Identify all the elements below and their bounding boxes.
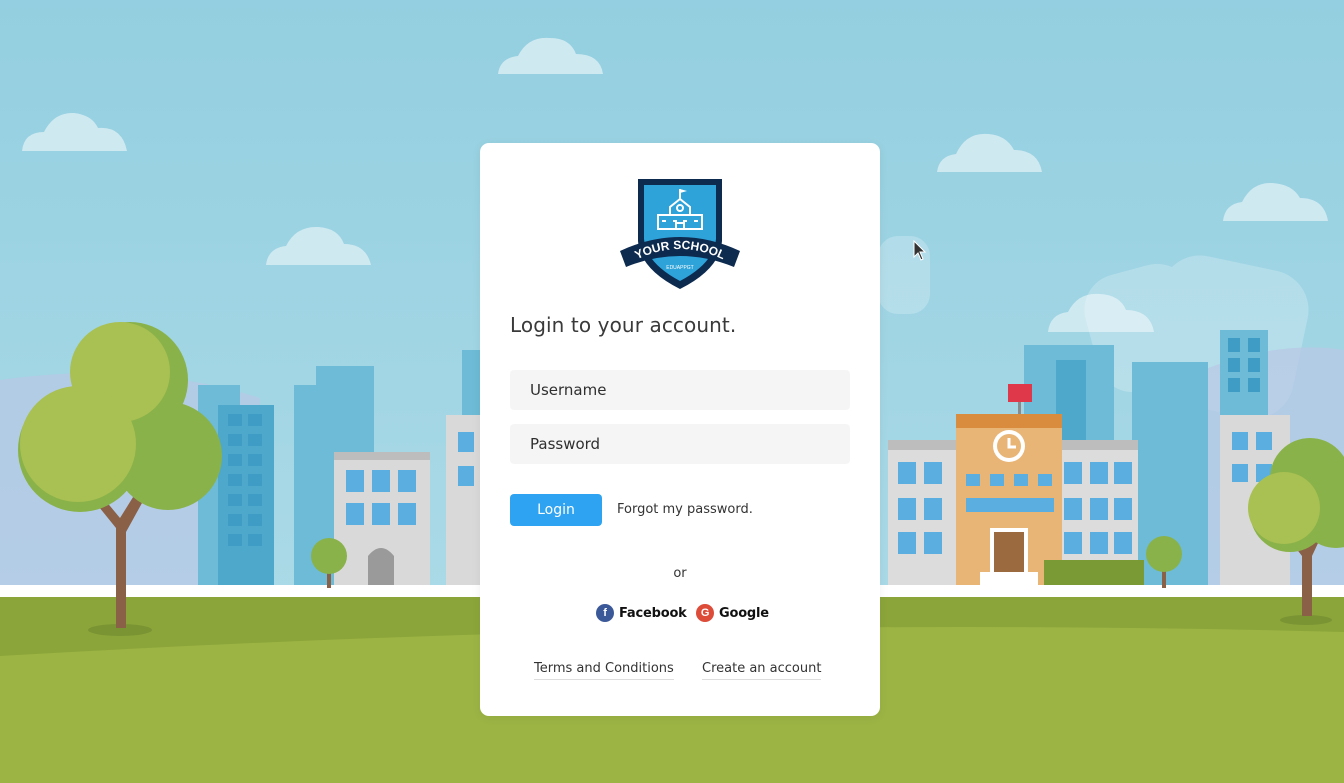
- google-label: Google: [719, 605, 769, 621]
- create-account-link[interactable]: Create an account: [702, 661, 822, 680]
- username-input[interactable]: [510, 370, 850, 410]
- login-card: YOUR SCHOOL EDUAPPGT Login to your accou…: [480, 143, 880, 716]
- google-icon: G: [696, 604, 714, 622]
- terms-link[interactable]: Terms and Conditions: [534, 661, 674, 680]
- school-logo: YOUR SCHOOL EDUAPPGT: [620, 177, 740, 291]
- google-login-button[interactable]: G Google: [696, 604, 769, 622]
- facebook-label: Facebook: [619, 605, 687, 621]
- or-divider: or: [673, 566, 687, 581]
- mouse-cursor-icon: [913, 239, 927, 262]
- logo-subtext: EDUAPPGT: [666, 265, 694, 271]
- facebook-login-button[interactable]: f Facebook: [596, 604, 687, 622]
- forgot-password-link[interactable]: Forgot my password.: [617, 502, 753, 517]
- facebook-icon: f: [596, 604, 614, 622]
- page-title: Login to your account.: [510, 313, 737, 337]
- password-input[interactable]: [510, 424, 850, 464]
- login-button[interactable]: Login: [510, 494, 602, 526]
